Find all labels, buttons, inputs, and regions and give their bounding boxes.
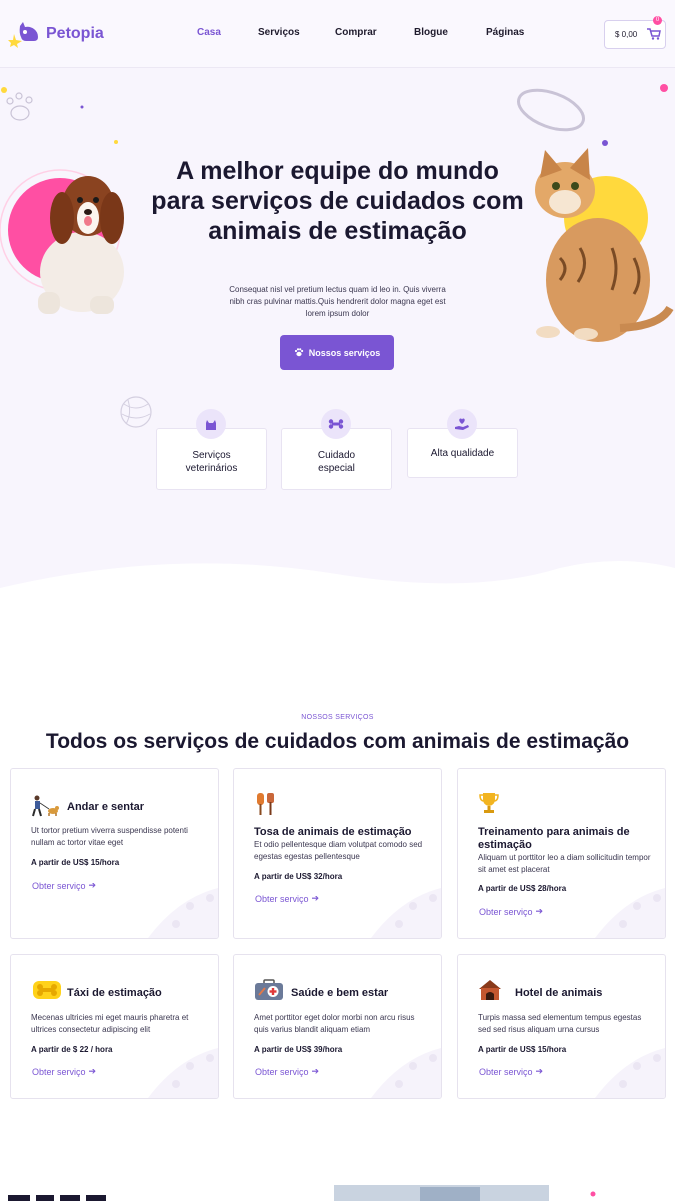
arrow-right-icon: ➔ (88, 1066, 97, 1076)
cat-icon (196, 409, 226, 439)
hero-description: Consequat nisl vel pretium lectus quam i… (229, 285, 446, 318)
trophy-icon (478, 791, 500, 820)
card-price: A partir de US$ 28/hora (478, 884, 567, 893)
paw-icon (294, 347, 304, 359)
get-service-link[interactable]: Obter serviço ➔ (32, 1066, 96, 1077)
card-description: Mecenas ultricies mi eget mauris pharetr… (31, 1013, 189, 1034)
feature-label: Serviços veterinários (185, 450, 238, 474)
service-card-health: Saúde e bem estar Amet porttitor eget do… (233, 954, 442, 1099)
arrow-right-icon: ➔ (311, 1066, 320, 1076)
bone-bubble-icon (31, 979, 63, 1006)
dog-walking-icon (31, 795, 59, 822)
arrow-right-icon: ➔ (535, 906, 544, 916)
card-title: Treinamento para animais de estimação (478, 826, 630, 851)
get-service-link[interactable]: Obter serviço ➔ (255, 893, 319, 904)
our-services-label: Nossos serviços (308, 347, 381, 358)
get-service-link[interactable]: Obter serviço ➔ (255, 1066, 319, 1077)
card-description: Et odio pellentesque diam volutpat comod… (254, 840, 423, 861)
card-title: Táxi de estimação (67, 987, 162, 999)
nav-item-paginas[interactable]: Páginas (486, 27, 524, 38)
services-eyebrow: NOSSOS SERVIÇOS (301, 714, 374, 721)
bone-icon (321, 409, 351, 439)
hero-title: A melhor equipe do mundo para serviços d… (151, 157, 524, 245)
nav-item-servicos[interactable]: Serviços (258, 27, 300, 38)
card-description: Amet porttitor eget dolor morbi non arcu… (254, 1013, 415, 1034)
next-section-preview (8, 1185, 596, 1201)
service-card-walking: Andar e sentar Ut tortor pretium viverra… (10, 768, 219, 939)
card-title: Saúde e bem estar (291, 987, 389, 999)
heart-hand-icon (447, 409, 477, 439)
service-card-training: Treinamento para animais de estimação Al… (457, 768, 666, 939)
nav-item-blogue[interactable]: Blogue (414, 27, 448, 38)
card-title: Andar e sentar (67, 801, 145, 813)
feature-label: Cuidado especial (317, 450, 356, 474)
service-card-taxi: Táxi de estimação Mecenas ultricies mi e… (10, 954, 219, 1099)
paw-decoration (371, 888, 441, 938)
card-title: Tosa de animais de estimação (254, 826, 412, 838)
site-header: Petopia Casa Serviços Comprar Blogue Pág… (0, 0, 675, 68)
service-card-hotel: Hotel de animais Turpis massa sed elemen… (457, 954, 666, 1099)
cart-amount: $ 0,00 (615, 30, 638, 39)
card-title: Hotel de animais (515, 987, 603, 999)
feature-label: Alta qualidade (430, 447, 495, 459)
our-services-button[interactable]: Nossos serviços (280, 335, 394, 370)
cart-count-badge: 0 (653, 16, 662, 25)
paw-decoration (148, 888, 218, 938)
card-price: A partir de US$ 39/hora (254, 1045, 343, 1054)
card-price: A partir de US$ 15/hora (31, 858, 120, 867)
card-price: A partir de US$ 15/hora (478, 1045, 567, 1054)
arrow-right-icon: ➔ (88, 880, 97, 890)
services-title: Todos os serviços de cuidados com animai… (45, 730, 630, 753)
card-description: Aliquam ut porttitor leo a diam sollicit… (478, 853, 651, 874)
main-nav: Casa Serviços Comprar Blogue Páginas (0, 27, 675, 43)
medical-kit-icon (254, 979, 284, 1006)
arrow-right-icon: ➔ (311, 893, 320, 903)
hero-section: A melhor equipe do mundo para serviços d… (0, 68, 675, 633)
brush-icon (254, 791, 278, 822)
pet-house-icon (478, 979, 502, 1006)
arrow-right-icon: ➔ (535, 1066, 544, 1076)
card-price: A partir de $ 22 / hora (31, 1045, 113, 1054)
nav-item-comprar[interactable]: Comprar (335, 27, 377, 38)
card-price: A partir de US$ 32/hora (254, 872, 343, 881)
service-card-grooming: Tosa de animais de estimação Et odio pel… (233, 768, 442, 939)
get-service-link[interactable]: Obter serviço ➔ (32, 880, 96, 891)
card-description: Ut tortor pretium viverra suspendisse po… (31, 826, 188, 847)
get-service-link[interactable]: Obter serviço ➔ (479, 1066, 543, 1077)
get-service-link[interactable]: Obter serviço ➔ (479, 906, 543, 917)
nav-item-casa[interactable]: Casa (197, 27, 221, 38)
cart-icon (647, 27, 662, 42)
cart-button[interactable]: $ 0,00 0 (604, 16, 666, 49)
card-description: Turpis massa sed elementum tempus egesta… (478, 1013, 642, 1034)
